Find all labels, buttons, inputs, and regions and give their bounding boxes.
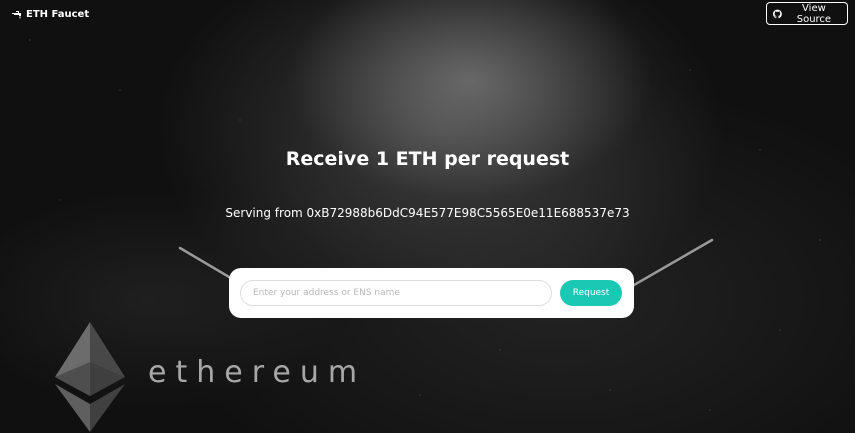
ethereum-wordmark: ethereum [148,355,367,390]
view-source-label: View Source [796,2,832,25]
brand-label: ETH Faucet [26,9,90,20]
brand[interactable]: ETH Faucet [12,9,89,20]
page: ETH Faucet View Source Receive 1 ETH per… [0,0,855,433]
ethereum-diamond-logo [55,322,125,432]
page-title: Receive 1 ETH per request [285,148,570,170]
faucet-icon [12,10,21,18]
address-input[interactable] [240,280,552,306]
view-source-button[interactable]: View Source [766,2,848,25]
request-button[interactable]: Request [560,280,622,306]
serving-address-text: Serving from 0xB72988b6DdC94E577E98C5565… [225,206,630,220]
request-form-card: Request [229,268,634,318]
github-icon [773,9,782,18]
